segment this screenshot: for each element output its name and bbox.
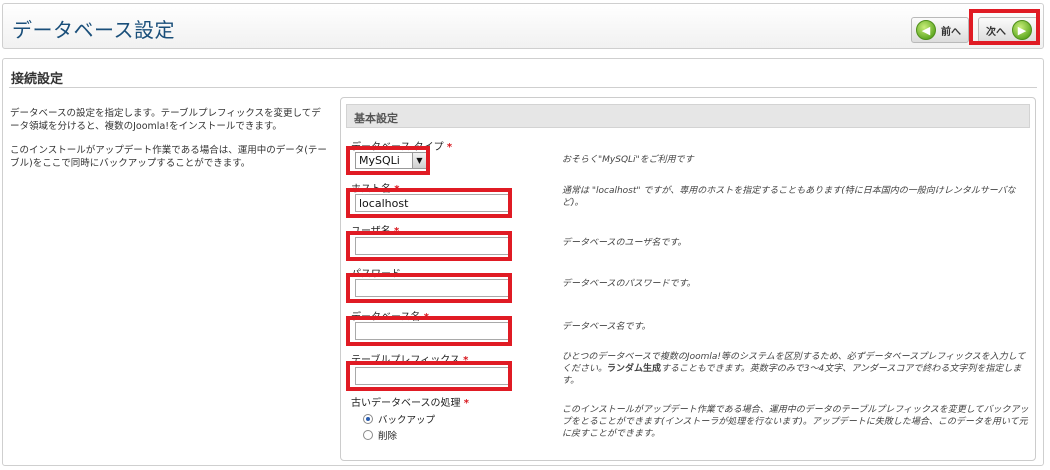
radio-delete[interactable]: 削除 bbox=[363, 428, 397, 442]
random-generate-text: ランダム生成 bbox=[607, 364, 662, 374]
db-type-value: MySQLi bbox=[359, 154, 400, 167]
db-name-input[interactable] bbox=[355, 322, 509, 340]
user-label-text: ユーザ名 bbox=[351, 226, 391, 237]
radio-delete-label: 削除 bbox=[378, 431, 398, 442]
next-button-label: 次へ bbox=[986, 26, 1006, 38]
radio-backup-button[interactable] bbox=[363, 414, 373, 424]
db-type-label: データベース タイプ * bbox=[351, 138, 452, 153]
arrow-right-circle-icon: ▶ bbox=[1012, 20, 1032, 40]
db-name-label: データベース名 * bbox=[351, 308, 429, 323]
prev-button-label: 前へ bbox=[941, 26, 961, 38]
connection-settings-section: 接続設定 データベースの設定を指定します。テーブルプレフィックスを変更してデータ… bbox=[2, 58, 1044, 466]
radio-delete-button[interactable] bbox=[363, 430, 373, 440]
intro-text-2: このインストールがアップデート作業である場合は、運用中のデータ(テーブル)をここ… bbox=[10, 145, 327, 169]
page-title: データベース設定 bbox=[12, 18, 175, 42]
toolbar: データベース設定 ◀ 前へ 次へ ▶ bbox=[2, 3, 1044, 49]
old-db-help: このインストールがアップデート作業である場合、運用中のデータのテーブルプレフィッ… bbox=[562, 405, 1029, 439]
radio-backup[interactable]: バックアップ bbox=[363, 412, 435, 426]
host-help: 通常は "localhost" ですが、専用のホストを指定することもあります(特… bbox=[562, 186, 1016, 208]
required-mark: * bbox=[463, 398, 469, 409]
db-type-select[interactable]: MySQLi ▼ bbox=[355, 152, 427, 169]
next-button[interactable]: 次へ ▶ bbox=[978, 17, 1038, 43]
required-mark: * bbox=[463, 355, 469, 366]
old-db-label: 古いデータベースの処理 * bbox=[351, 394, 469, 409]
basic-settings-heading: 基本設定 bbox=[346, 104, 1030, 128]
required-mark: * bbox=[446, 142, 453, 153]
triangle-down-icon[interactable]: ▼ bbox=[412, 153, 426, 168]
user-help: データベースのユーザ名です。 bbox=[562, 238, 687, 248]
prev-button[interactable]: ◀ 前へ bbox=[911, 17, 969, 43]
password-input[interactable] bbox=[355, 279, 509, 297]
required-mark: * bbox=[394, 226, 400, 237]
arrow-left-circle-icon: ◀ bbox=[916, 20, 936, 40]
db-name-help: データベース名です。 bbox=[562, 322, 651, 332]
prefix-label-text: テーブルプレフィックス bbox=[351, 355, 460, 366]
radio-backup-label: バックアップ bbox=[378, 415, 436, 426]
section-divider bbox=[9, 87, 1037, 88]
prefix-input[interactable] bbox=[355, 367, 509, 385]
db-type-help: おそらく"MySQLi"をご利用です bbox=[562, 155, 694, 165]
user-input[interactable] bbox=[355, 237, 509, 255]
old-db-label-text: 古いデータベースの処理 bbox=[351, 398, 461, 409]
host-label: ホスト名 * bbox=[351, 180, 399, 195]
intro-text-1: データベースの設定を指定します。テーブルプレフィックスを変更してデータ領域を分け… bbox=[10, 108, 321, 132]
prefix-help: ひとつのデータベースで複数のJoomla!等のシステムを区別するため、必ずデータ… bbox=[562, 351, 1032, 387]
basic-settings-panel: 基本設定 データベース タイプ * MySQLi ▼ おそらく"MySQLi"を… bbox=[340, 97, 1036, 461]
user-label: ユーザ名 * bbox=[351, 222, 399, 237]
password-help: データベースのパスワードです。 bbox=[562, 279, 696, 289]
password-label: パスワード bbox=[351, 265, 401, 280]
host-input[interactable] bbox=[355, 194, 509, 212]
prefix-label: テーブルプレフィックス * bbox=[351, 351, 468, 366]
section-title: 接続設定 bbox=[11, 72, 64, 87]
